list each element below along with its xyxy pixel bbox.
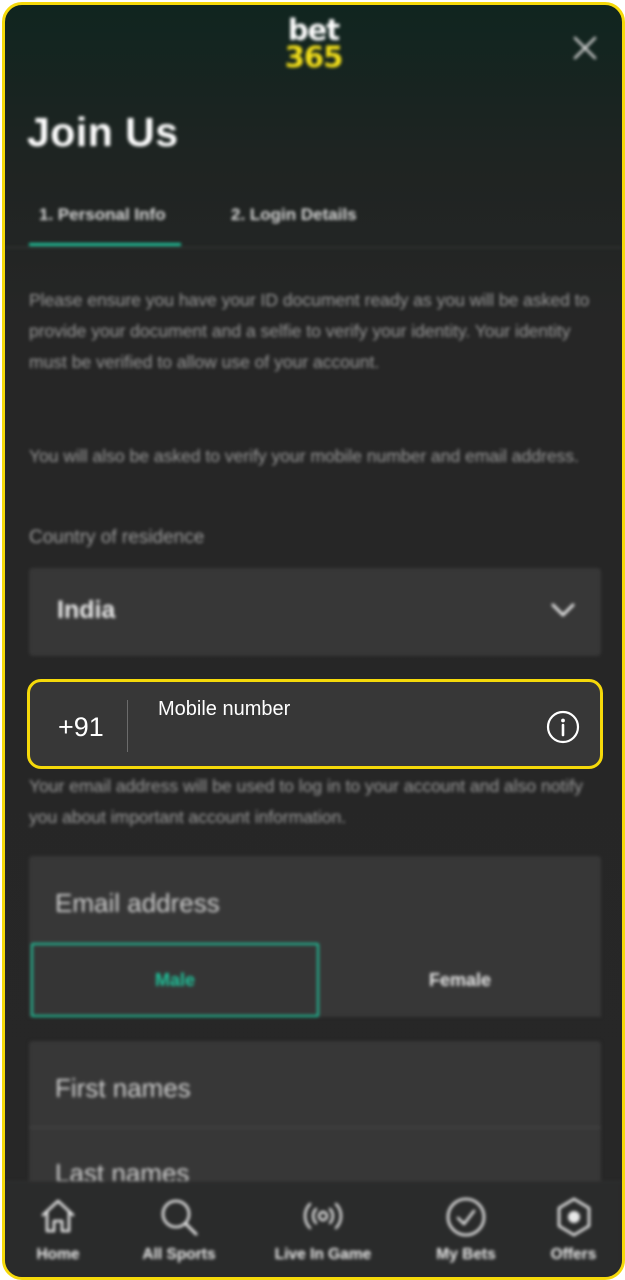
nav-my-bets[interactable]: My Bets [413, 1182, 519, 1277]
close-icon[interactable] [570, 33, 600, 63]
nav-my-bets-label: My Bets [436, 1246, 496, 1263]
logo-bottom: 365 [284, 40, 344, 74]
nav-live-in-game[interactable]: Live In Game [253, 1182, 393, 1277]
offers-icon [557, 1197, 590, 1237]
bet365-logo: bet 365 [5, 16, 622, 74]
nav-all-sports[interactable]: All Sports [121, 1182, 237, 1277]
country-label: Country of residence [29, 527, 205, 548]
country-code[interactable]: +91 [58, 712, 104, 743]
first-names-field[interactable]: First names [29, 1041, 601, 1128]
email-placeholder: Email address [55, 888, 220, 918]
gender-female-button[interactable]: Female [319, 945, 601, 1015]
active-tab-indicator [29, 243, 181, 246]
country-select[interactable]: India [29, 568, 601, 656]
check-circle-icon [446, 1197, 486, 1237]
tab-personal-info[interactable]: 1. Personal Info [39, 205, 166, 225]
nav-live-in-game-label: Live In Game [274, 1246, 372, 1263]
phone-frame: bet 365 Join Us 1. Personal Info 2. Logi… [2, 2, 625, 1280]
gender-toggle: Male Female [29, 941, 601, 1017]
nav-offers[interactable]: Offers [525, 1182, 622, 1277]
code-divider [127, 700, 128, 752]
id-notice-text: Please ensure you have your ID document … [29, 290, 590, 372]
mobile-number-field[interactable]: +91 Mobile number [27, 679, 603, 769]
page-title: Join Us [27, 109, 179, 155]
verify-notice-text: You will also be asked to verify your mo… [29, 446, 579, 466]
mobile-number-label: Mobile number [158, 698, 291, 720]
tab-login-details[interactable]: 2. Login Details [231, 205, 357, 225]
nav-home-label: Home [36, 1246, 80, 1263]
nav-home[interactable]: Home [5, 1182, 111, 1277]
search-icon [161, 1199, 198, 1236]
bottom-navigation: Home All Sports Live In Game My Bets Off… [5, 1181, 622, 1277]
tab-bar: 1. Personal Info 2. Login Details [5, 195, 622, 248]
home-icon [41, 1199, 75, 1233]
email-field[interactable]: Email address [29, 856, 601, 944]
country-value: India [57, 596, 116, 624]
live-broadcast-icon [303, 1202, 343, 1230]
nav-all-sports-label: All Sports [142, 1246, 216, 1263]
chevron-down-icon [551, 603, 575, 617]
first-names-placeholder: First names [55, 1073, 191, 1103]
email-helper-text: Your email address will be used to log i… [29, 776, 583, 827]
info-icon[interactable] [546, 710, 580, 744]
gender-male-button[interactable]: Male [31, 943, 319, 1017]
nav-offers-label: Offers [550, 1246, 597, 1263]
